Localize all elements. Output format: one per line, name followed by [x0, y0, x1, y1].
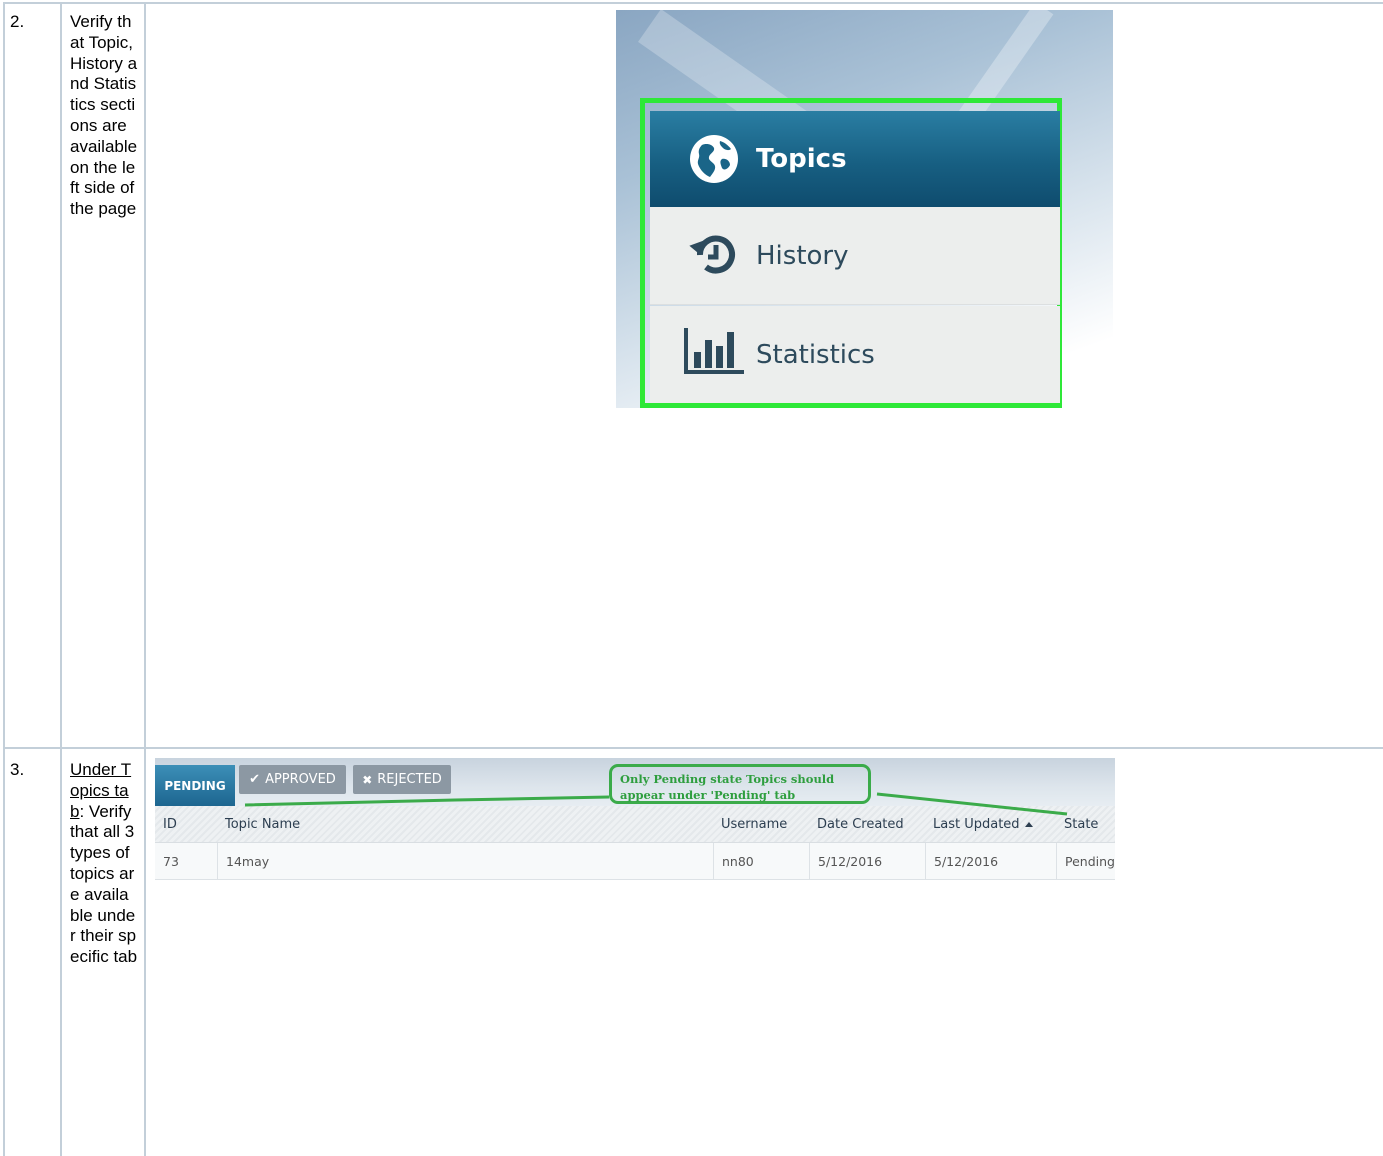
row-divider	[3, 747, 1383, 749]
nav-screenshot: Topics History Statistics	[616, 10, 1113, 408]
step-description: Verify that Topic, History and Statistic…	[70, 12, 138, 219]
column-header-last-updated-label: Last Updated	[933, 817, 1020, 832]
tab-pending-label: PENDING	[164, 778, 226, 793]
tab-rejected-label: REJECTED	[377, 772, 442, 787]
column-header-id[interactable]: ID	[155, 806, 177, 843]
table-row[interactable]: 73 14may nn80 5/12/2016 5/12/2016 Pendin…	[155, 843, 1115, 880]
nav-item-history[interactable]: History	[650, 207, 1060, 305]
column-header-state[interactable]: State	[1056, 806, 1098, 843]
cell-last-updated: 5/12/2016	[925, 843, 1056, 880]
table-border-left	[3, 2, 5, 1156]
nav-item-statistics[interactable]: Statistics	[650, 306, 1060, 403]
cell-username: nn80	[713, 843, 809, 880]
tab-rejected[interactable]: ✖ REJECTED	[353, 765, 451, 794]
table-border-top	[3, 2, 1383, 4]
highlight-frame: Topics History Statistics	[640, 98, 1062, 408]
column-header-username[interactable]: Username	[713, 806, 787, 843]
column-divider-2	[144, 2, 146, 1156]
annotation-callout: Only Pending state Topics should appear …	[609, 764, 871, 804]
column-divider-1	[60, 2, 62, 1156]
globe-icon	[690, 135, 738, 183]
cell-id: 73	[163, 854, 179, 869]
step-number: 3.	[10, 760, 25, 779]
history-icon	[689, 235, 735, 274]
nav-label-statistics: Statistics	[756, 339, 875, 370]
cell-state: Pending	[1056, 843, 1115, 880]
sort-ascending-icon	[1024, 822, 1033, 827]
tab-approved-label: APPROVED	[265, 772, 336, 787]
nav-item-topics[interactable]: Topics	[650, 111, 1060, 207]
cell-date-created: 5/12/2016	[809, 843, 925, 880]
check-icon: ✔	[249, 772, 261, 787]
step-number: 2.	[10, 12, 25, 31]
x-icon: ✖	[362, 772, 373, 787]
step-description: Under Topics tab: Verify that all 3 type…	[70, 760, 138, 968]
column-header-topic-name[interactable]: Topic Name	[217, 806, 300, 843]
nav-label-topics: Topics	[756, 144, 847, 174]
cell-topic-name: 14may	[217, 843, 713, 880]
nav-label-history: History	[756, 240, 849, 271]
bar-chart-icon	[684, 328, 744, 374]
column-header-last-updated[interactable]: Last Updated	[925, 806, 1033, 843]
step-description-text: : Verify that all 3 types of topics are …	[70, 801, 138, 967]
topics-tab-screenshot: PENDING ✔ APPROVED ✖ REJECTED ID Topic N…	[155, 758, 1115, 881]
tab-approved[interactable]: ✔ APPROVED	[239, 765, 346, 794]
column-header-date-created[interactable]: Date Created	[809, 806, 904, 843]
table-header: ID Topic Name Username Date Created Last…	[155, 806, 1115, 843]
tab-pending[interactable]: PENDING	[155, 765, 235, 806]
